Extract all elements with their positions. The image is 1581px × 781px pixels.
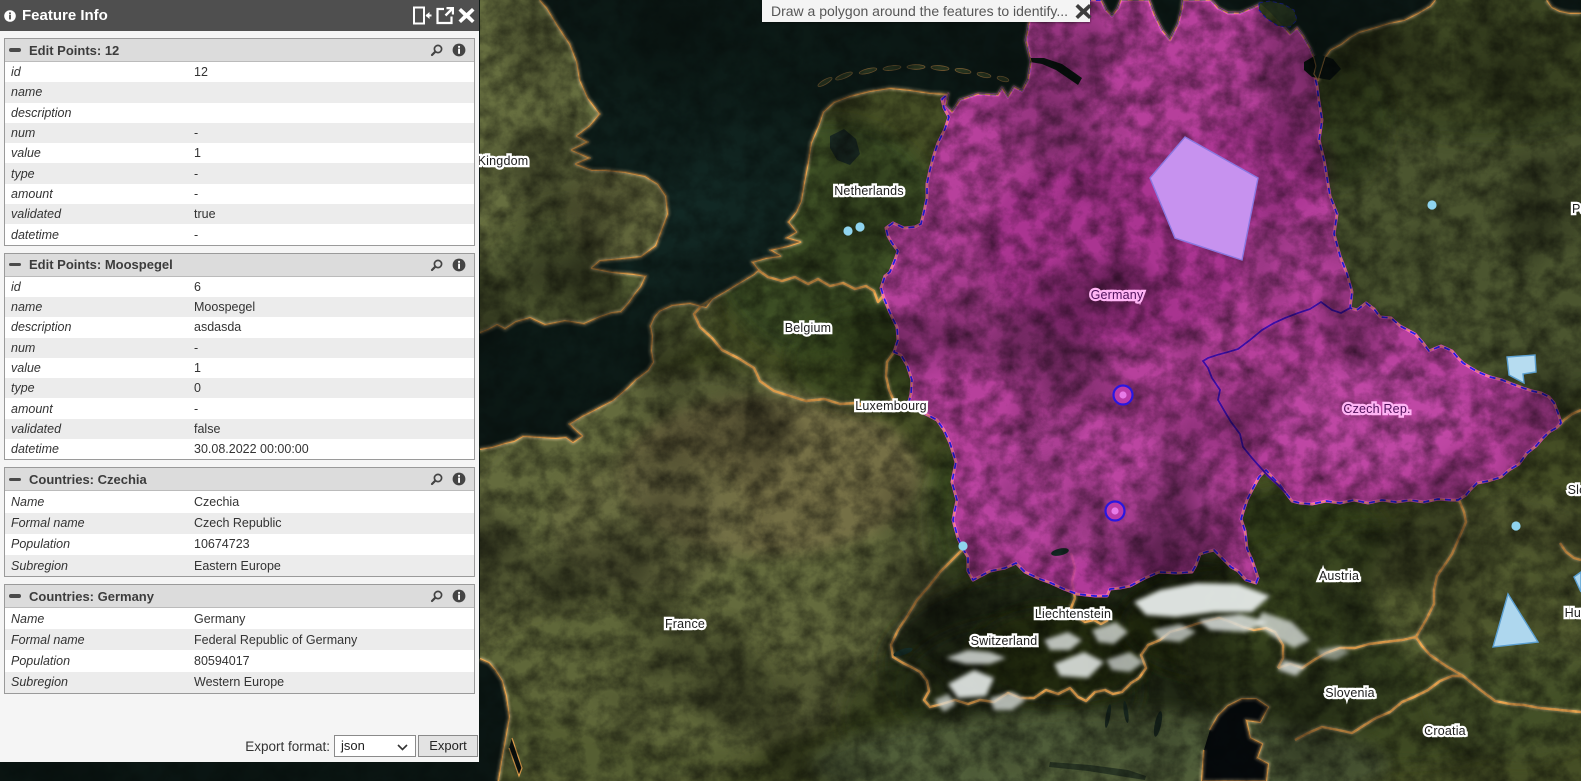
svg-text:Liechtenstein: Liechtenstein — [1035, 607, 1111, 621]
svg-text:Czech Rep.: Czech Rep. — [1343, 402, 1410, 416]
svg-text:Kingdom: Kingdom — [478, 154, 529, 168]
svg-text:Luxembourg: Luxembourg — [855, 399, 927, 413]
svg-text:Slovakia: Slovakia — [1568, 483, 1581, 497]
svg-text:Poland: Poland — [1572, 202, 1581, 216]
svg-text:Croatia: Croatia — [1424, 724, 1466, 738]
svg-text:Slovenia: Slovenia — [1325, 686, 1375, 700]
svg-text:France: France — [665, 617, 705, 631]
svg-text:Germany: Germany — [1091, 288, 1144, 302]
svg-text:Netherlands: Netherlands — [834, 184, 904, 198]
svg-text:Belgium: Belgium — [785, 321, 832, 335]
svg-text:Austria: Austria — [1319, 569, 1359, 583]
svg-text:Hungary: Hungary — [1565, 606, 1581, 620]
svg-text:Switzerland: Switzerland — [971, 634, 1038, 648]
